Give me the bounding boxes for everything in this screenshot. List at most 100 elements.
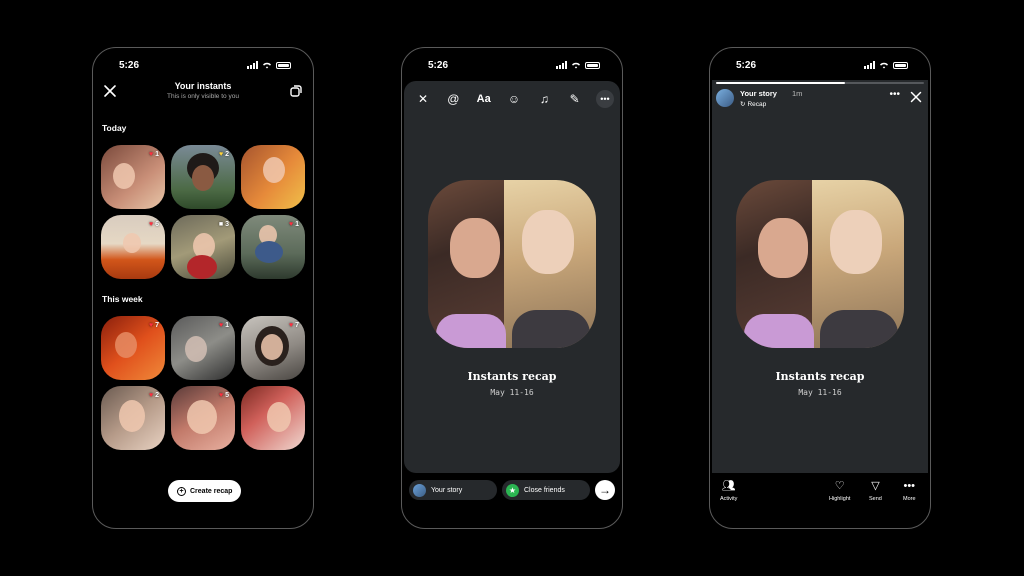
signal-icon bbox=[247, 61, 258, 69]
more-icon[interactable]: ••• bbox=[595, 90, 614, 108]
create-recap-button[interactable]: + Create recap bbox=[168, 480, 242, 502]
phone-instants-screen: 5:26 Your instants This is only visible … bbox=[92, 47, 314, 529]
instant-tile[interactable]: ■ 3 bbox=[171, 215, 235, 279]
page-subtitle: This is only visible to you bbox=[167, 93, 239, 100]
instant-tile[interactable]: ♥ 7 bbox=[241, 316, 305, 380]
heart-icon: ♥ bbox=[148, 151, 154, 158]
status-bar: 5:26 bbox=[93, 58, 313, 72]
instant-tile[interactable]: ♥ 2 bbox=[171, 145, 235, 209]
photo-subject bbox=[263, 157, 285, 183]
photo-subject bbox=[123, 233, 141, 253]
story-header: Your story 1m ↻ Recap ••• bbox=[716, 89, 924, 111]
reaction-badge: ♥ 1 bbox=[288, 221, 299, 228]
text-icon[interactable]: Aa bbox=[475, 90, 493, 108]
reaction-badge: ♥ 2 bbox=[218, 151, 229, 158]
heart-icon: ♥ bbox=[218, 322, 224, 329]
section-today-label: Today bbox=[102, 123, 127, 133]
story-progress-bar bbox=[716, 82, 924, 84]
status-time: 5:26 bbox=[736, 59, 757, 71]
today-grid: ♥ 1 ♥ 2 ♥ 6 ■ 3 ♥ 1 bbox=[101, 145, 307, 279]
battery-icon bbox=[276, 61, 291, 69]
more-icon: ••• bbox=[903, 480, 916, 492]
people-icon: 👥︎ bbox=[721, 480, 736, 492]
instant-tile[interactable] bbox=[241, 145, 305, 209]
instant-tile[interactable]: ♥ 1 bbox=[101, 145, 165, 209]
instant-tile[interactable] bbox=[241, 386, 305, 450]
phone-story-editor: 5:26 ✕ @ Aa ☺ ♫ ✎ ••• Instants recap May… bbox=[401, 47, 623, 529]
this-week-grid: ♥ 7 ♥ 1 ♥ 7 ♥ 2 ♥ 5 bbox=[101, 316, 307, 450]
story-actions-bar: 👥︎ Activity ♡ Highlight ▽ Send ••• More bbox=[710, 480, 930, 506]
heart-icon: ♥ bbox=[288, 221, 294, 228]
recap-date: May 11-16 bbox=[798, 388, 842, 397]
section-this-week-label: This week bbox=[102, 294, 143, 304]
wifi-icon bbox=[263, 62, 271, 69]
reaction-badge: ♥ 6 bbox=[148, 221, 159, 228]
battery-icon bbox=[893, 61, 908, 69]
photo-subject bbox=[119, 400, 145, 432]
instant-tile[interactable]: ♥ 7 bbox=[101, 316, 165, 380]
share-bar: Your story ★ Close friends → bbox=[409, 480, 615, 500]
arrow-right-icon: → bbox=[599, 483, 611, 497]
story-time: 1m bbox=[792, 89, 803, 98]
recap-photo bbox=[428, 180, 596, 348]
share-arrow-button[interactable]: → bbox=[595, 480, 615, 500]
your-story-button[interactable]: Your story bbox=[409, 480, 497, 500]
more-icon[interactable]: ••• bbox=[889, 89, 900, 100]
highlight-icon: ♡ bbox=[834, 480, 845, 492]
recap-photo bbox=[736, 180, 904, 348]
avatar[interactable] bbox=[716, 89, 734, 107]
status-bar: 5:26 bbox=[710, 58, 930, 72]
close-friends-button[interactable]: ★ Close friends bbox=[502, 480, 590, 500]
recap-icon: ↻ bbox=[740, 101, 746, 108]
mention-icon[interactable]: @ bbox=[444, 90, 462, 108]
send-button[interactable]: ▽ Send bbox=[869, 480, 882, 502]
activity-button[interactable]: 👥︎ Activity bbox=[720, 480, 737, 502]
highlight-button[interactable]: ♡ Highlight bbox=[829, 480, 850, 502]
heart-icon: ♥ bbox=[218, 151, 224, 158]
photo-subject bbox=[267, 402, 291, 432]
instant-tile[interactable]: ♥ 2 bbox=[101, 386, 165, 450]
photo-subject bbox=[113, 163, 135, 189]
heart-icon: ♥ bbox=[218, 392, 224, 399]
wifi-icon bbox=[572, 62, 580, 69]
story-username[interactable]: Your story bbox=[740, 89, 777, 98]
status-bar: 5:26 bbox=[402, 58, 622, 72]
photo-subject bbox=[187, 400, 217, 434]
reaction-badge: ♥ 7 bbox=[288, 322, 299, 329]
wifi-icon bbox=[880, 62, 888, 69]
instant-tile[interactable]: ♥ 1 bbox=[241, 215, 305, 279]
instant-tile[interactable]: ♥ 6 bbox=[101, 215, 165, 279]
gallery-icon[interactable] bbox=[289, 84, 303, 98]
recap-title: Instants recap bbox=[467, 370, 557, 383]
close-icon[interactable]: ✕ bbox=[414, 90, 432, 108]
signal-icon bbox=[864, 61, 875, 69]
heart-icon: ♥ bbox=[148, 392, 154, 399]
music-icon[interactable]: ♫ bbox=[535, 90, 553, 108]
heart-icon: ♥ bbox=[148, 221, 154, 228]
avatar bbox=[413, 483, 426, 497]
status-time: 5:26 bbox=[428, 59, 449, 71]
status-icons bbox=[556, 61, 600, 69]
draw-icon[interactable]: ✎ bbox=[566, 90, 584, 108]
comment-icon: ■ bbox=[218, 221, 224, 228]
reaction-badge: ♥ 2 bbox=[148, 392, 159, 399]
sticker-icon[interactable]: ☺ bbox=[505, 90, 523, 108]
reaction-badge: ♥ 7 bbox=[148, 322, 159, 329]
recap-tag: ↻ Recap bbox=[740, 100, 767, 109]
more-button[interactable]: ••• More bbox=[903, 480, 916, 502]
editor-toolbar: ✕ @ Aa ☺ ♫ ✎ ••• bbox=[414, 90, 614, 108]
instant-tile[interactable]: ♥ 1 bbox=[171, 316, 235, 380]
status-time: 5:26 bbox=[119, 59, 140, 71]
recap-date: May 11-16 bbox=[490, 388, 534, 397]
heart-icon: ♥ bbox=[288, 322, 294, 329]
plus-icon: + bbox=[177, 486, 186, 496]
signal-icon bbox=[556, 61, 567, 69]
battery-icon bbox=[585, 61, 600, 69]
page-title: Your instants bbox=[174, 81, 232, 91]
instants-header: Your instants This is only visible to yo… bbox=[93, 80, 313, 104]
close-icon[interactable] bbox=[910, 91, 922, 103]
photo-subject bbox=[185, 336, 207, 362]
instant-tile[interactable]: ♥ 5 bbox=[171, 386, 235, 450]
recap-title: Instants recap bbox=[775, 370, 865, 383]
star-icon: ★ bbox=[506, 483, 519, 497]
